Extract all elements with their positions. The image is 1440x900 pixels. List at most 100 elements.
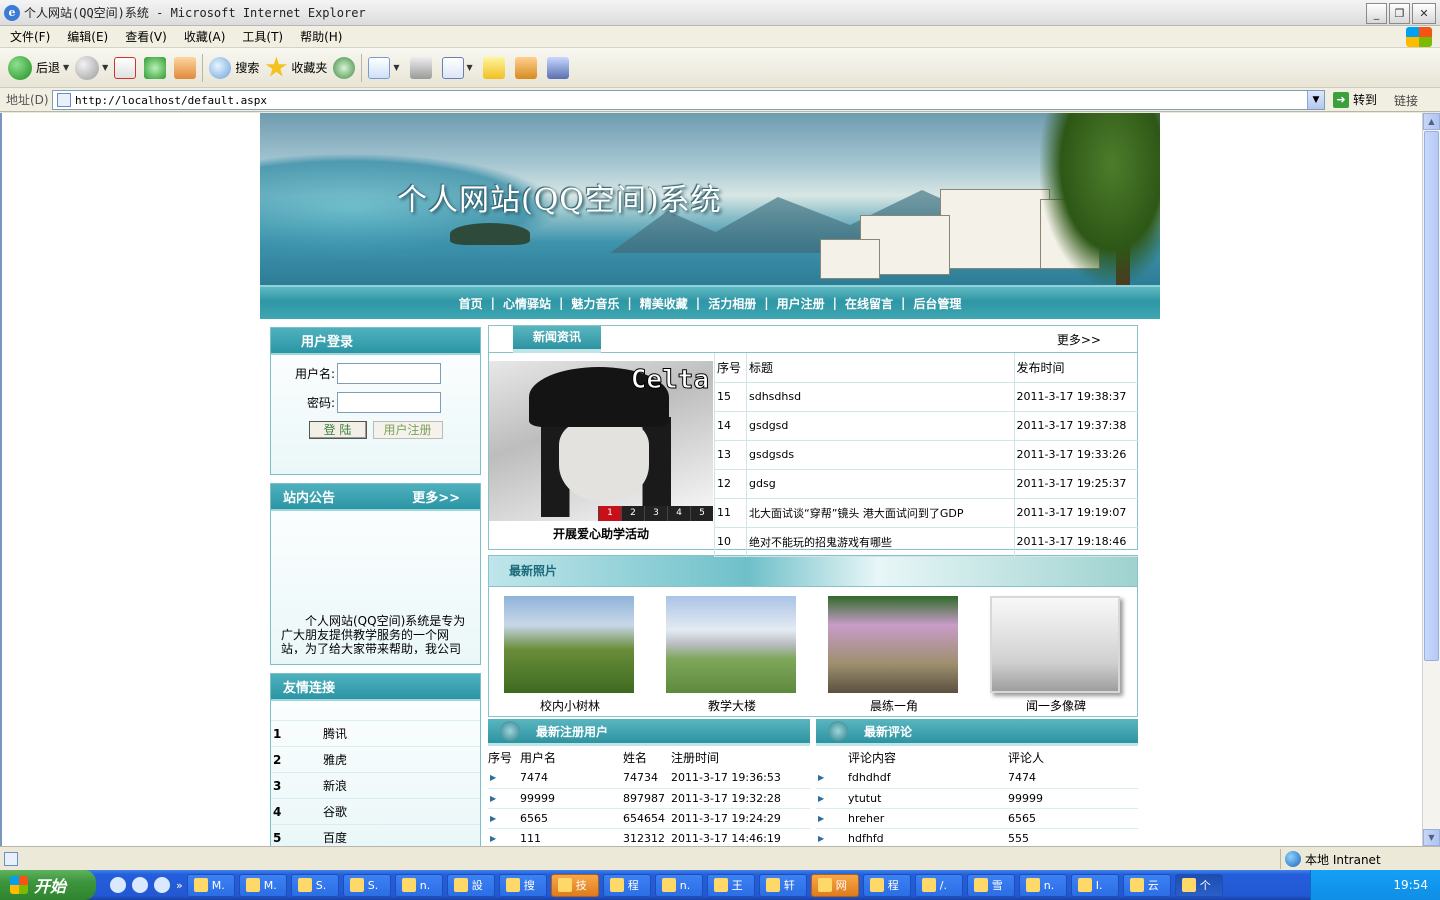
- taskbar-button[interactable]: 雪: [966, 873, 1015, 897]
- news-title-link[interactable]: 绝对不能玩的招鬼游戏有哪些: [746, 527, 1014, 557]
- password-input[interactable]: [337, 392, 441, 413]
- user-username[interactable]: 7474: [520, 768, 623, 789]
- address-input[interactable]: http://localhost/default.aspx ▼: [52, 90, 1325, 110]
- user-username[interactable]: 99999: [520, 788, 623, 809]
- search-button[interactable]: 搜索: [209, 53, 259, 83]
- nav-album[interactable]: 活力相册: [700, 295, 764, 312]
- user-username[interactable]: 111: [520, 828, 623, 846]
- slide-page-button[interactable]: 1: [598, 506, 621, 521]
- register-button[interactable]: 用户注册: [372, 421, 443, 439]
- nav-register[interactable]: 用户注册: [769, 295, 833, 312]
- minimize-button[interactable]: _: [1366, 3, 1387, 24]
- taskbar-button[interactable]: /.: [914, 873, 963, 897]
- taskbar-button[interactable]: n.: [1018, 873, 1067, 897]
- photo-item[interactable]: 闻一多像碑: [990, 596, 1122, 716]
- taskbar-button[interactable]: 王: [706, 873, 755, 897]
- vertical-scrollbar[interactable]: ▲ ▼: [1422, 113, 1440, 846]
- friend-link-row[interactable]: 1 腾讯: [271, 721, 480, 747]
- news-slideshow[interactable]: Celta 1 2 3 4 5: [489, 361, 713, 521]
- mail-dropdown-icon[interactable]: ▼: [393, 63, 399, 72]
- quicklaunch-chevron-icon[interactable]: »: [176, 879, 183, 892]
- slide-page-button[interactable]: 4: [667, 506, 690, 521]
- taskbar-button[interactable]: 程: [602, 873, 651, 897]
- menu-edit[interactable]: 编辑(E): [67, 28, 108, 45]
- home-icon[interactable]: [174, 56, 197, 79]
- menu-file[interactable]: 文件(F): [10, 28, 50, 45]
- desktop-quicklaunch-icon[interactable]: [132, 877, 148, 893]
- friend-link-row[interactable]: 2 雅虎: [271, 747, 480, 773]
- edit-word-icon[interactable]: [441, 56, 464, 79]
- scroll-down-icon[interactable]: ▼: [1423, 829, 1440, 846]
- news-title-link[interactable]: gdsg: [746, 469, 1014, 499]
- taskbar-button[interactable]: 网: [810, 873, 859, 897]
- taskbar-button[interactable]: 搜: [498, 873, 547, 897]
- taskbar-button[interactable]: 云: [1122, 873, 1171, 897]
- forward-button[interactable]: ▼: [75, 53, 108, 83]
- friend-link-row[interactable]: 4 谷歌: [271, 799, 480, 825]
- friend-link-row[interactable]: 3 新浪: [271, 773, 480, 799]
- scroll-up-icon[interactable]: ▲: [1423, 113, 1440, 130]
- friend-link-row[interactable]: 5 百度: [271, 825, 480, 846]
- menu-view[interactable]: 查看(V): [125, 28, 167, 45]
- slide-page-button[interactable]: 2: [621, 506, 644, 521]
- photo-caption[interactable]: 教学大楼: [708, 699, 756, 713]
- friend-link[interactable]: 新浪: [323, 777, 347, 794]
- photo-caption[interactable]: 闻一多像碑: [1026, 699, 1086, 713]
- nav-admin[interactable]: 后台管理: [905, 295, 969, 312]
- comment-content[interactable]: ytutut: [848, 788, 1008, 809]
- photo-image[interactable]: [666, 596, 796, 693]
- photo-image[interactable]: [828, 596, 958, 693]
- mail-icon[interactable]: [368, 56, 391, 79]
- media-quicklaunch-icon[interactable]: [154, 877, 170, 893]
- forward-dropdown-icon[interactable]: ▼: [102, 63, 108, 72]
- comment-content[interactable]: fdhdhdf: [848, 768, 1008, 789]
- print-icon[interactable]: [409, 56, 432, 79]
- taskbar-button[interactable]: 个: [1174, 873, 1223, 897]
- taskbar-button[interactable]: S.: [290, 873, 339, 897]
- photo-image[interactable]: [990, 596, 1120, 693]
- news-title-link[interactable]: 北大面试谈“穿帮”镜头 港大面试问到了GDP: [746, 498, 1014, 528]
- back-button[interactable]: 后退 ▼: [8, 53, 69, 83]
- nav-music[interactable]: 魅力音乐: [563, 295, 627, 312]
- comment-content[interactable]: hreher: [848, 808, 1008, 829]
- refresh-icon[interactable]: [144, 56, 167, 79]
- friend-link[interactable]: 百度: [323, 829, 347, 846]
- nav-home[interactable]: 首页: [451, 295, 491, 312]
- slide-caption[interactable]: 开展爱心助学活动: [489, 525, 713, 542]
- nav-mood[interactable]: 心情驿站: [495, 295, 559, 312]
- photo-item[interactable]: 教学大楼: [666, 596, 798, 716]
- clock[interactable]: 19:54: [1393, 878, 1428, 892]
- taskbar-button[interactable]: 程: [862, 873, 911, 897]
- back-dropdown-icon[interactable]: ▼: [63, 63, 69, 72]
- user-username[interactable]: 6565: [520, 808, 623, 829]
- scroll-thumb[interactable]: [1424, 131, 1439, 661]
- taskbar-button[interactable]: 設: [446, 873, 495, 897]
- photo-image[interactable]: [504, 596, 634, 693]
- start-button[interactable]: 开始: [0, 870, 96, 900]
- taskbar-button[interactable]: S.: [342, 873, 391, 897]
- taskbar-button[interactable]: n.: [654, 873, 703, 897]
- nav-guestbook[interactable]: 在线留言: [837, 295, 901, 312]
- news-title-link[interactable]: sdhsdhsd: [746, 382, 1014, 412]
- links-button[interactable]: 链接: [1394, 92, 1418, 109]
- security-zone[interactable]: 本地 Intranet: [1280, 849, 1381, 869]
- messenger-icon[interactable]: [546, 56, 569, 79]
- stop-icon[interactable]: [114, 56, 137, 79]
- friend-link[interactable]: 雅虎: [323, 751, 347, 768]
- taskbar-button[interactable]: n.: [394, 873, 443, 897]
- news-title-link[interactable]: gsdgsd: [746, 411, 1014, 441]
- address-url[interactable]: http://localhost/default.aspx: [75, 94, 267, 107]
- nav-collection[interactable]: 精美收藏: [632, 295, 696, 312]
- close-button[interactable]: ✕: [1412, 3, 1436, 24]
- taskbar-button[interactable]: M.: [238, 873, 287, 897]
- address-dropdown-icon[interactable]: ▼: [1307, 91, 1324, 109]
- taskbar-button[interactable]: 技: [550, 873, 599, 897]
- photo-caption[interactable]: 校内小树林: [540, 699, 600, 713]
- menu-favorites[interactable]: 收藏(A): [184, 28, 226, 45]
- friend-link[interactable]: 腾讯: [323, 725, 347, 742]
- menu-help[interactable]: 帮助(H): [300, 28, 342, 45]
- slide-page-button[interactable]: 5: [690, 506, 713, 521]
- news-more-link[interactable]: 更多>>: [1057, 331, 1101, 348]
- comment-content[interactable]: hdfhfd: [848, 828, 1008, 846]
- history-icon[interactable]: [333, 56, 356, 79]
